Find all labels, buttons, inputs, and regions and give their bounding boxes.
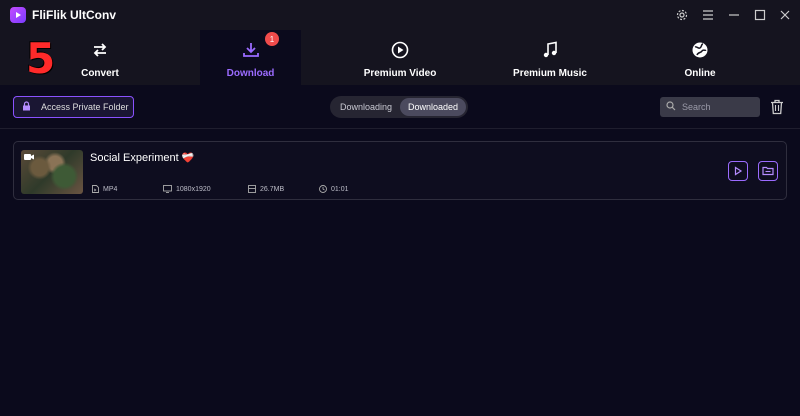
app-title: FliFlik UltConv: [32, 8, 116, 22]
close-icon[interactable]: [776, 6, 794, 24]
play-button[interactable]: [728, 161, 748, 181]
search-icon: [666, 98, 676, 116]
download-icon: [242, 40, 260, 60]
tab-convert-label: Convert: [81, 68, 119, 79]
tab-download-label: Download: [226, 68, 275, 79]
storage-icon: [248, 185, 256, 193]
delete-trash-icon[interactable]: [768, 97, 786, 117]
swap-arrows-icon: [91, 40, 109, 60]
tab-premium-video-label: Premium Video: [363, 68, 437, 79]
tab-download[interactable]: 1 Download: [200, 30, 301, 85]
search-box: [660, 97, 760, 117]
tab-online[interactable]: Online: [650, 30, 750, 85]
format-value: MP4: [103, 185, 118, 193]
overlay-step-number: 5: [26, 34, 56, 83]
file-video-icon: [92, 185, 99, 193]
main-nav: Convert 1 Download Premium Video Premium…: [0, 30, 800, 85]
size-value: 26.7MB: [260, 185, 285, 193]
list-item[interactable]: Social Experiment ❤️‍🩹 MP4 1080x1920 26.…: [13, 141, 787, 200]
video-thumbnail[interactable]: [21, 150, 83, 194]
monitor-icon: [163, 185, 172, 193]
title-bar: FliFlik UltConv: [0, 0, 800, 30]
resolution-value: 1080x1920: [176, 185, 211, 193]
menu-icon[interactable]: [699, 6, 717, 24]
format-meta: MP4: [92, 185, 117, 193]
duration-meta: 01:01: [319, 185, 349, 193]
video-title-text: Social Experiment: [90, 152, 179, 164]
tab-online-label: Online: [684, 68, 716, 79]
access-private-folder-label: Access Private Folder: [41, 102, 129, 112]
resolution-meta: 1080x1920: [163, 185, 211, 193]
folder-icon: [762, 166, 774, 176]
download-count-badge: 1: [265, 32, 279, 46]
video-camera-icon: [24, 154, 34, 160]
segment-downloaded[interactable]: Downloaded: [400, 98, 466, 116]
toolbar-divider: [0, 128, 800, 129]
segment-downloading[interactable]: Downloading: [332, 98, 400, 116]
download-status-toggle: Downloading Downloaded: [330, 96, 468, 118]
tab-premium-music[interactable]: Premium Music: [490, 30, 610, 85]
clock-icon: [319, 185, 327, 193]
tab-convert[interactable]: Convert: [50, 30, 150, 85]
globe-icon: [691, 40, 709, 60]
size-meta: 26.7MB: [248, 185, 284, 193]
search-input[interactable]: [682, 102, 752, 112]
settings-gear-icon[interactable]: [673, 6, 691, 24]
access-private-folder-button[interactable]: Access Private Folder: [13, 96, 134, 118]
video-title: Social Experiment ❤️‍🩹: [90, 152, 194, 164]
music-note-icon: [541, 40, 559, 60]
play-icon: [734, 166, 743, 176]
minimize-icon[interactable]: [725, 6, 743, 24]
play-circle-icon: [391, 40, 409, 60]
open-folder-button[interactable]: [758, 161, 778, 181]
lock-icon: [22, 101, 31, 113]
duration-value: 01:01: [331, 185, 349, 193]
maximize-icon[interactable]: [751, 6, 769, 24]
tab-premium-music-label: Premium Music: [513, 68, 587, 79]
app-logo-icon: [10, 7, 26, 23]
tab-premium-video[interactable]: Premium Video: [340, 30, 460, 85]
mending-heart-emoji: ❤️‍🩹: [181, 153, 195, 164]
